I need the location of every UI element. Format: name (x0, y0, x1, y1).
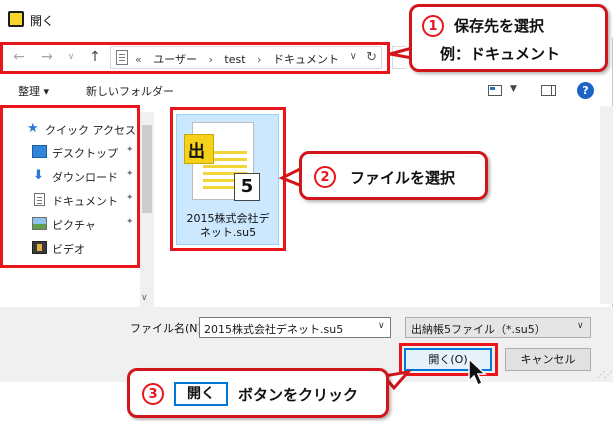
callout-3-open-button-label: 開く (174, 382, 228, 406)
callout-2-text: ファイルを選択 (350, 169, 456, 187)
callout-1-line1: 保存先を選択 (454, 17, 545, 35)
step-number-3: 3 (142, 383, 164, 405)
callout-1-line2: 例：ドキュメント (440, 45, 561, 63)
step-number-1: 1 (422, 15, 444, 37)
mouse-pointer-icon (468, 358, 487, 387)
callout-step-3: 3 開く ボタンをクリック (127, 368, 389, 418)
callout-step-2: 2 ファイルを選択 (299, 151, 488, 200)
step-number-2: 2 (314, 166, 336, 188)
callout-step-1: 1 保存先を選択 例：ドキュメント (409, 4, 608, 72)
callout-3-text: ボタンをクリック (238, 386, 359, 404)
